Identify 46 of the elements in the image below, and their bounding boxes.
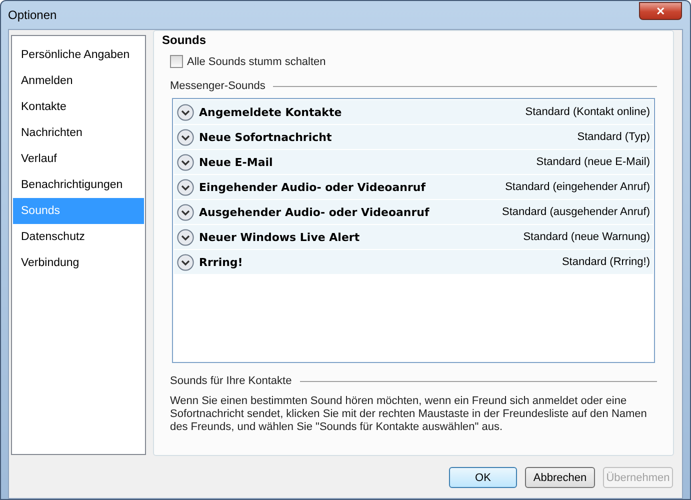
sound-event: Neue E-Mail [199, 156, 274, 168]
sidebar-item[interactable]: Kontakte [13, 94, 144, 120]
sound-row[interactable]: Neue Sofortnachricht Standard (Typ) [174, 125, 653, 150]
section-title: Sounds [162, 32, 207, 47]
close-button[interactable]: ✕ [639, 2, 682, 20]
sound-value: Standard (Kontakt online) [525, 106, 650, 118]
sound-row[interactable]: Neuer Windows Live Alert Standard (neue Warnung) [174, 225, 653, 250]
sidebar-item[interactable]: Verlauf [13, 146, 144, 172]
sound-row[interactable]: Eingehender Audio- oder Videoanruf Standard (eingehender Anruf) [174, 175, 653, 200]
chevron-down-icon[interactable] [177, 154, 194, 170]
group-heading: Sounds für Ihre Kontakte [170, 375, 292, 387]
checkbox[interactable] [170, 55, 183, 68]
chevron-down-icon[interactable] [177, 228, 194, 246]
sidebar-item[interactable]: Verbindung [13, 250, 144, 276]
dialog-button[interactable]: OK [449, 467, 517, 488]
sound-value: Standard (neue Warnung) [523, 231, 650, 243]
sound-row[interactable]: Ausgehender Audio- oder Videoanruf Standard (ausgehender Anruf) [174, 200, 653, 225]
checkbox-label: Alle Sounds stumm schalten [187, 56, 326, 68]
chevron-down-icon[interactable] [177, 178, 194, 196]
sound-value: Standard (eingehender Anruf) [505, 181, 650, 193]
sound-event: Ausgehender Audio- oder Videoanruf [199, 206, 430, 218]
sidebar-item[interactable]: Anmelden [13, 68, 144, 94]
sound-event: Neuer Windows Live Alert [199, 230, 361, 244]
group-heading: Messenger-Sounds [170, 80, 266, 92]
chevron-down-icon[interactable] [177, 204, 194, 220]
sound-event: Eingehender Audio- oder Videoanruf [199, 180, 427, 194]
sound-event: Neue Sofortnachricht [199, 130, 333, 144]
sound-row[interactable]: Angemeldete Kontakte Standard (Kontakt online) [174, 100, 653, 125]
sidebar-item[interactable]: Datenschutz [13, 224, 144, 250]
dialog-button[interactable]: Abbrechen [525, 467, 595, 488]
sound-event: Rrring! [199, 256, 244, 268]
sidebar-item[interactable]: Benachrichtigungen [13, 172, 144, 198]
sound-row[interactable]: Rrring! Standard (Rrring!) [174, 250, 653, 275]
sound-value: Standard (Rrring!) [562, 256, 650, 268]
window-title: Optionen [8, 8, 57, 22]
sidebar-item[interactable]: Persönliche Angaben [13, 42, 144, 68]
sound-value: Standard (neue E-Mail) [536, 156, 650, 168]
chevron-down-icon[interactable] [177, 104, 194, 120]
sound-value: Standard (Typ) [577, 131, 650, 143]
sound-event: Angemeldete Kontakte [199, 106, 343, 118]
help-text: Wenn Sie einen bestimmten Sound hören möchten, wenn ein Freund sich anmeldet oder eine Sofortnachricht sendet, klicken Sie mit der rechten Maustaste in der Freundesliste auf den Namen des Freunds, und wählen Sie "Sounds für Kontakte auswählen" aus. [170, 395, 648, 434]
chevron-down-icon[interactable] [177, 254, 194, 270]
chevron-down-icon[interactable] [177, 128, 194, 146]
sound-value: Standard (ausgehender Anruf) [502, 206, 650, 218]
sound-row[interactable]: Neue E-Mail Standard (neue E-Mail) [174, 150, 653, 175]
sidebar-item[interactable]: Nachrichten [13, 120, 144, 146]
